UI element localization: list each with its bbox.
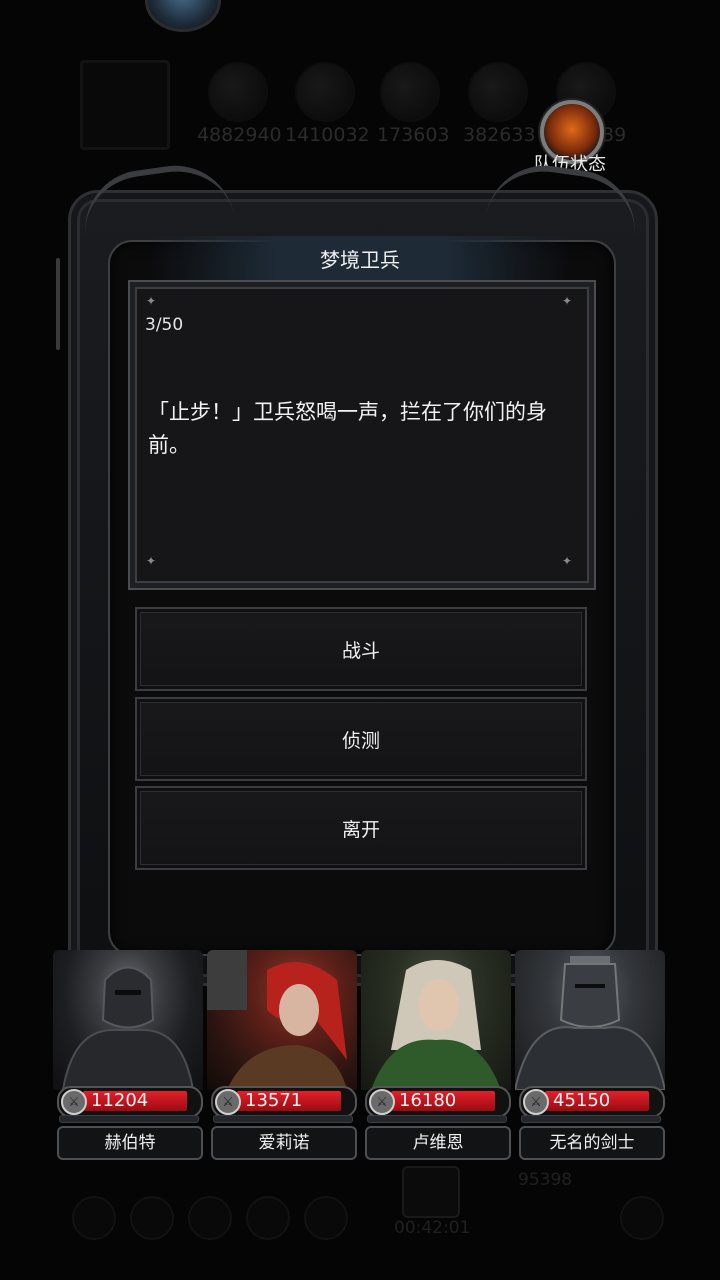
- background-menu-icon: [620, 1196, 664, 1240]
- hero-name: 赫伯特: [57, 1126, 203, 1160]
- background-resource-value: 4882940: [197, 124, 282, 146]
- scroll-indicator: [56, 258, 60, 350]
- background-resource-value: 1410032: [285, 124, 370, 146]
- hero-portrait: [361, 950, 511, 1090]
- event-title: 梦境卫兵: [320, 248, 400, 272]
- hero-power-value: 16180: [399, 1090, 457, 1111]
- background-resource-icon: [295, 62, 355, 122]
- corner-star-icon: ✦: [562, 554, 573, 568]
- sword-icon: ⚔: [523, 1089, 549, 1115]
- event-progress-counter: 3/50: [145, 315, 184, 335]
- hero-card[interactable]: ⚔ 45150 无名的剑士: [515, 950, 665, 1160]
- background-chest-icon: [402, 1166, 460, 1218]
- hero-energy-bar: [367, 1115, 507, 1123]
- hero-portrait: [53, 950, 203, 1090]
- background-menu-icon: [188, 1196, 232, 1240]
- background-resource-value: 382633: [463, 124, 536, 146]
- choice-leave-button[interactable]: 离开: [135, 786, 587, 870]
- hero-power-value: 45150: [553, 1090, 611, 1111]
- choice-fight-button[interactable]: 战斗: [135, 607, 587, 691]
- hero-power-value: 13571: [245, 1090, 303, 1111]
- background-menu-icon: [246, 1196, 290, 1240]
- background-resource-icon: [208, 62, 268, 122]
- background-menu-icon: [304, 1196, 348, 1240]
- corner-star-icon: ✦: [146, 554, 157, 568]
- hero-energy-bar: [213, 1115, 353, 1123]
- background-menu-icon: [130, 1196, 174, 1240]
- hero-card[interactable]: ⚔ 11204 赫伯特: [53, 950, 203, 1160]
- hero-card[interactable]: ⚔ 16180 卢维恩: [361, 950, 511, 1160]
- bird-icon[interactable]: [145, 0, 221, 32]
- background-count: 95398: [518, 1170, 573, 1190]
- hero-card[interactable]: ⚔ 13571 爱莉诺: [207, 950, 357, 1160]
- hero-power-bar: ⚔ 45150: [519, 1086, 665, 1118]
- hero-power-value: 11204: [91, 1090, 149, 1111]
- background-avatar: [80, 60, 170, 150]
- background-resource-icon: [380, 62, 440, 122]
- hero-energy-bar: [521, 1115, 661, 1123]
- background-resource-value: 173603: [377, 124, 450, 146]
- hero-name: 爱莉诺: [211, 1126, 357, 1160]
- background-timer: 00:42:01: [394, 1218, 471, 1238]
- sword-icon: ⚔: [215, 1089, 241, 1115]
- hero-power-bar: ⚔ 11204: [57, 1086, 203, 1118]
- hero-portrait: [515, 950, 665, 1090]
- hero-energy-bar: [59, 1115, 199, 1123]
- corner-star-icon: ✦: [146, 294, 157, 308]
- hero-power-bar: ⚔ 13571: [211, 1086, 357, 1118]
- background-resource-icon: [468, 62, 528, 122]
- hero-portrait: [207, 950, 357, 1090]
- hero-power-bar: ⚔ 16180: [365, 1086, 511, 1118]
- story-text: 「止步！」卫兵怒喝一声，拦在了你们的身前。: [148, 400, 547, 457]
- hero-name: 无名的剑士: [519, 1126, 665, 1160]
- background-menu-icon: [72, 1196, 116, 1240]
- sword-icon: ⚔: [61, 1089, 87, 1115]
- corner-star-icon: ✦: [562, 294, 573, 308]
- hero-name: 卢维恩: [365, 1126, 511, 1160]
- choice-detect-button[interactable]: 侦测: [135, 697, 587, 781]
- sword-icon: ⚔: [369, 1089, 395, 1115]
